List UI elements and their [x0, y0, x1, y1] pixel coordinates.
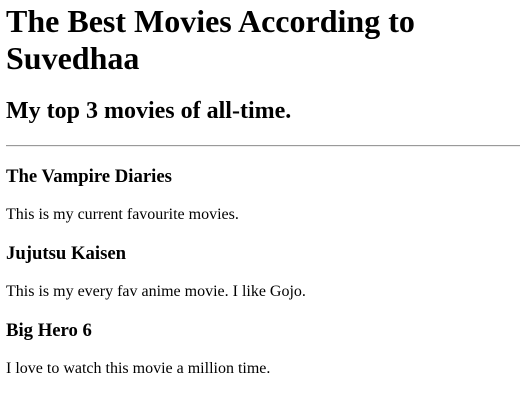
movie-description: This is my current favourite movies. — [6, 206, 239, 223]
page-subtitle: My top 3 movies of all-time. — [6, 98, 292, 124]
page-content: The Best Movies According to Suvedhaa My… — [6, 0, 520, 378]
movie-description: This is my every fav anime movie. I like… — [6, 283, 306, 300]
movie-title: Jujutsu Kaisen — [6, 243, 127, 264]
movie-title: The Vampire Diaries — [6, 166, 172, 187]
movie-description: I love to watch this movie a million tim… — [6, 360, 271, 377]
movie-item: Big Hero 6 I love to watch this movie a … — [6, 301, 520, 378]
movie-item: Jujutsu Kaisen This is my every fav anim… — [6, 224, 520, 301]
movie-title: Big Hero 6 — [6, 320, 92, 341]
movie-item: The Vampire Diaries This is my current f… — [6, 147, 520, 224]
page-title: The Best Movies According to Suvedhaa — [6, 3, 415, 76]
